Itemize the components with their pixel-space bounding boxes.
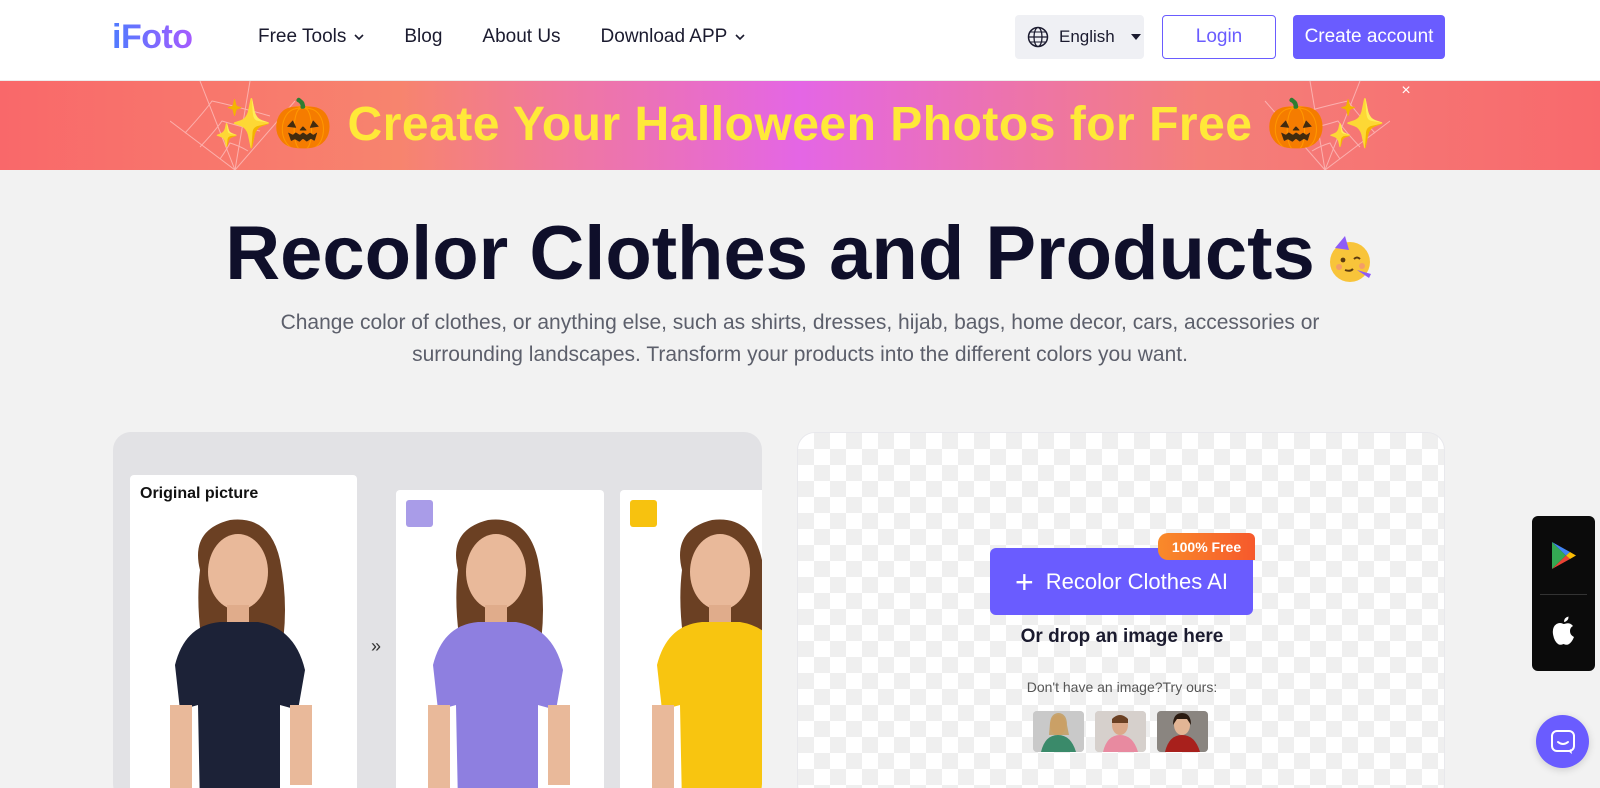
nav-about-us-label: About Us — [482, 26, 561, 47]
site-header: iFoto Free Tools Blog About Us Download … — [0, 0, 1600, 81]
chevron-down-icon — [354, 34, 364, 41]
language-label: English — [1059, 27, 1115, 46]
model-original-image — [170, 519, 312, 788]
apple-icon[interactable] — [1551, 616, 1576, 646]
chevron-down-icon — [735, 34, 745, 41]
arrow-right-icon: » — [371, 636, 382, 656]
caret-down-icon — [1130, 34, 1141, 40]
free-badge: 100% Free — [1158, 533, 1255, 560]
page-title: Recolor Clothes and Products — [0, 212, 1600, 301]
halloween-banner[interactable]: ✨🎃 Create Your Halloween Photos for Free… — [0, 81, 1600, 170]
banner-headline: ✨🎃 Create Your Halloween Photos for Free… — [213, 98, 1387, 151]
create-account-button[interactable]: Create account — [1293, 15, 1445, 59]
recolor-showcase: Original picture » — [113, 432, 762, 788]
model-yellow-image — [652, 519, 762, 788]
ifoto-logo[interactable]: iFoto — [112, 18, 193, 56]
nav-blog[interactable]: Blog — [404, 24, 442, 50]
party-face-icon — [1325, 217, 1375, 301]
chat-support-button[interactable] — [1536, 715, 1589, 768]
nav-about-us[interactable]: About Us — [482, 24, 560, 50]
page-subtitle: Change color of clothes, or anything els… — [280, 311, 1320, 366]
try-sample-text: Don't have an image?Try ours: — [1026, 679, 1218, 695]
nav-free-tools[interactable]: Free Tools — [258, 24, 364, 50]
google-play-icon[interactable] — [1550, 541, 1577, 570]
nav-free-tools-label: Free Tools — [258, 26, 347, 47]
language-selector[interactable]: English — [1015, 15, 1144, 59]
sample-thumbnail[interactable] — [1095, 711, 1146, 752]
plus-icon: + — [1015, 563, 1034, 600]
upload-button-label: Recolor Clothes AI — [1045, 568, 1228, 594]
page-title-text: Recolor Clothes and Products — [225, 211, 1315, 296]
yellow-variant-card — [620, 490, 762, 788]
model-purple-image — [428, 519, 570, 788]
purple-variant-card — [396, 490, 604, 788]
nav-download-app-label: Download APP — [600, 26, 728, 47]
nav-blog-label: Blog — [404, 26, 443, 47]
app-download-sidebar — [1532, 516, 1595, 671]
original-picture-label: Original picture — [140, 485, 259, 502]
login-button[interactable]: Login — [1162, 15, 1276, 59]
main-nav: Free Tools Blog About Us Download APP — [258, 24, 745, 50]
chat-icon — [1550, 729, 1575, 754]
original-picture-card: Original picture — [130, 475, 357, 788]
upload-panel[interactable]: + Recolor Clothes AI 100% Free Or drop a… — [797, 432, 1445, 788]
nav-download-app[interactable]: Download APP — [601, 24, 746, 50]
sample-thumbnail[interactable] — [1157, 711, 1208, 752]
sample-thumbnail[interactable] — [1033, 711, 1084, 752]
globe-icon — [1027, 26, 1049, 48]
sample-thumbnails — [1033, 711, 1208, 752]
appbar-divider — [1540, 594, 1587, 595]
close-icon[interactable]: × — [1398, 83, 1414, 99]
drop-image-text: Or drop an image here — [1020, 626, 1224, 647]
